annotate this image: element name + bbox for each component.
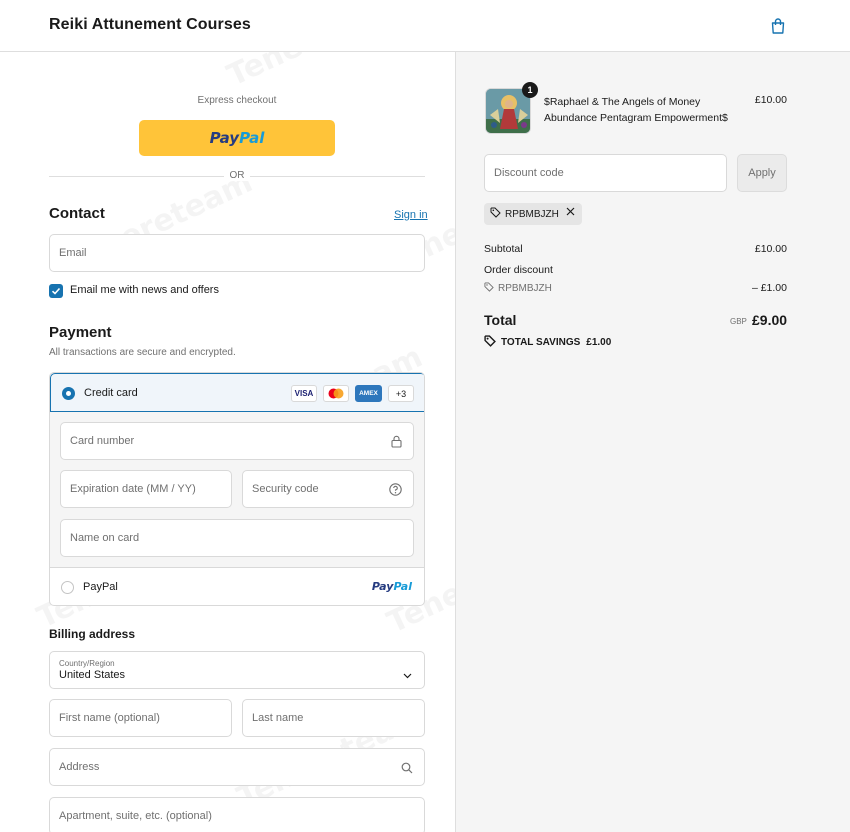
subtotal-label: Subtotal <box>484 243 523 255</box>
security-code-field[interactable]: Security code <box>242 470 414 508</box>
savings-label: TOTAL SAVINGS <box>501 337 581 348</box>
address-field[interactable]: Address <box>49 748 425 786</box>
tag-icon <box>490 207 501 221</box>
product-price: £10.00 <box>754 94 787 106</box>
country-label: Country/Region <box>59 659 115 668</box>
name-on-card-placeholder: Name on card <box>70 532 140 544</box>
product-name: $Raphael & The Angels of Money Abundance… <box>544 96 728 124</box>
card-number-field[interactable]: Card number <box>60 422 414 460</box>
sign-in-link[interactable]: Sign in <box>394 209 428 221</box>
discount-code-line: RPBMBJZH <box>484 282 552 295</box>
applied-discount-chip: RPBMBJZH <box>484 203 582 225</box>
name-on-card-field[interactable]: Name on card <box>60 519 414 557</box>
card-number-placeholder: Card number <box>70 435 135 447</box>
payment-subtitle: All transactions are secure and encrypte… <box>49 347 236 358</box>
address-placeholder: Address <box>59 761 100 773</box>
search-icon <box>401 761 413 779</box>
credit-card-fields: Card number Expiration date (MM / YY) Se… <box>50 412 424 568</box>
store-title[interactable]: Reiki Attunement Courses <box>49 16 251 34</box>
email-placeholder: Email <box>59 247 87 259</box>
order-discount-label: Order discount <box>484 264 553 276</box>
shopping-bag-icon[interactable] <box>769 17 787 35</box>
paypal-logo-pay: Pay <box>371 580 394 593</box>
email-field[interactable]: Email <box>49 234 425 272</box>
credit-card-radio[interactable] <box>62 387 75 400</box>
apartment-field[interactable]: Apartment, suite, etc. (optional) <box>49 797 425 832</box>
remove-discount-icon[interactable] <box>566 207 575 219</box>
subtotal-value: £10.00 <box>754 243 787 255</box>
savings-tag-icon <box>484 335 496 350</box>
apply-button[interactable]: Apply <box>737 154 787 192</box>
tag-icon <box>484 282 494 295</box>
mastercard-icon <box>323 385 349 402</box>
savings-value: £1.00 <box>586 337 612 348</box>
paypal-option-label[interactable]: PayPal <box>83 581 118 593</box>
applied-code: RPBMBJZH <box>505 208 559 220</box>
checkmark-icon <box>51 287 61 295</box>
payment-methods: Credit card VISA AMEX +3 Card number Exp… <box>49 372 425 606</box>
discount-code-text: RPBMBJZH <box>498 283 552 294</box>
or-divider-text: OR <box>224 170 250 181</box>
contact-heading: Contact <box>49 205 105 222</box>
paypal-radio[interactable] <box>61 581 74 594</box>
expiration-date-field[interactable]: Expiration date (MM / YY) <box>60 470 232 508</box>
header: Reiki Attunement Courses <box>0 0 850 52</box>
apartment-placeholder: Apartment, suite, etc. (optional) <box>59 810 212 822</box>
amex-icon: AMEX <box>355 385 382 402</box>
paypal-logo: PayPal <box>372 580 412 593</box>
discount-code-field[interactable]: Discount code <box>484 154 727 192</box>
discount-code-placeholder: Discount code <box>494 167 564 179</box>
country-select[interactable]: Country/Region United States <box>49 651 425 689</box>
paypal-express-button[interactable]: Pay Pal <box>139 120 335 156</box>
last-name-field[interactable]: Last name <box>242 699 425 737</box>
country-value: United States <box>59 669 126 681</box>
paypal-logo-pal: Pal <box>393 580 412 593</box>
total-savings: TOTAL SAVINGS £1.00 <box>484 335 611 350</box>
express-checkout-label: Express checkout <box>197 95 277 106</box>
expiration-placeholder: Expiration date (MM / YY) <box>70 483 196 495</box>
security-code-placeholder: Security code <box>252 483 319 495</box>
total-value: £9.00 <box>752 312 788 328</box>
newsletter-checkbox[interactable] <box>49 284 63 298</box>
discount-value: – £1.00 <box>751 282 787 294</box>
payment-heading: Payment <box>49 324 112 341</box>
visa-icon: VISA <box>291 385 317 402</box>
quantity-badge: 1 <box>522 82 538 98</box>
paypal-logo-pay: Pay <box>209 129 240 147</box>
paypal-logo-pal: Pal <box>239 129 265 147</box>
chevron-down-icon <box>403 666 412 684</box>
newsletter-label[interactable]: Email me with news and offers <box>70 284 219 296</box>
lock-icon <box>391 435 402 453</box>
billing-address-heading: Billing address <box>49 627 136 641</box>
last-name-placeholder: Last name <box>252 712 304 724</box>
first-name-field[interactable]: First name (optional) <box>49 699 232 737</box>
credit-card-option[interactable]: Credit card VISA AMEX +3 <box>50 373 424 412</box>
credit-card-label: Credit card <box>84 387 138 399</box>
total-currency: GBP <box>730 317 747 326</box>
more-cards-badge: +3 <box>388 385 414 402</box>
total-label: Total <box>484 312 517 328</box>
first-name-placeholder: First name (optional) <box>59 712 160 724</box>
help-icon[interactable] <box>389 483 402 501</box>
